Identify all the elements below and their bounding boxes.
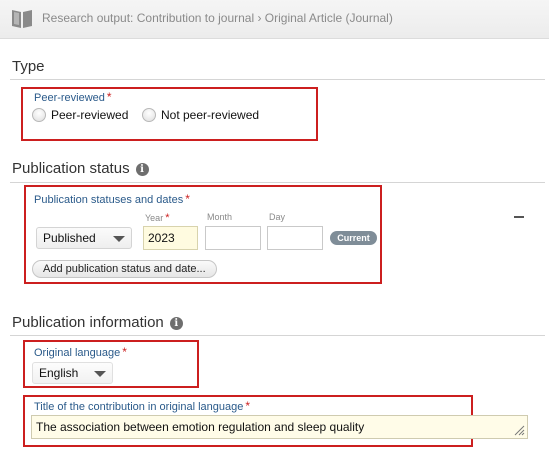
publication-status-title-text: Publication status xyxy=(12,160,130,177)
add-publication-status-button[interactable]: Add publication status and date... xyxy=(32,260,217,278)
current-badge[interactable]: Current xyxy=(330,231,377,245)
radio-peer-reviewed[interactable] xyxy=(32,108,46,122)
title-original-language-label: Title of the contribution in original la… xyxy=(34,399,250,413)
language-select[interactable]: English xyxy=(32,362,113,384)
breadcrumb-bar: Research output: Contribution to journal… xyxy=(0,0,549,39)
info-icon[interactable]: i xyxy=(169,317,183,330)
title-original-language-value: The association between emotion regulati… xyxy=(36,420,365,434)
chevron-down-icon xyxy=(113,236,125,242)
year-label: Year * xyxy=(145,212,169,224)
title-original-language-input[interactable]: The association between emotion regulati… xyxy=(31,415,528,439)
required-mark: * xyxy=(106,90,112,104)
publication-information-title-text: Publication information xyxy=(12,314,164,331)
book-icon xyxy=(12,10,32,28)
divider xyxy=(10,182,545,183)
original-language-label: Original language * xyxy=(34,345,127,359)
chevron-down-icon xyxy=(94,371,106,377)
required-mark: * xyxy=(185,192,190,206)
peer-reviewed-label-text: Peer-reviewed xyxy=(34,92,105,104)
day-input[interactable] xyxy=(267,226,323,250)
original-language-label-text: Original language xyxy=(34,347,121,359)
day-label: Day xyxy=(269,212,286,222)
publication-statuses-label-text: Publication statuses and dates xyxy=(34,194,184,206)
required-mark: * xyxy=(122,345,127,359)
language-select-value: English xyxy=(39,366,79,380)
info-icon[interactable]: i xyxy=(135,163,149,176)
divider xyxy=(10,79,545,80)
publication-statuses-label: Publication statuses and dates * xyxy=(34,192,190,206)
remove-icon[interactable] xyxy=(514,216,524,218)
divider xyxy=(10,335,545,336)
radio-not-peer-reviewed[interactable] xyxy=(142,108,156,122)
resize-grip-icon[interactable] xyxy=(513,424,525,436)
publication-information-title: Publication information i xyxy=(12,314,183,331)
breadcrumb: Research output: Contribution to journal… xyxy=(42,11,393,25)
title-original-language-label-text: Title of the contribution in original la… xyxy=(34,401,244,413)
radio-not-peer-reviewed-label[interactable]: Not peer-reviewed xyxy=(161,108,259,122)
year-label-text: Year xyxy=(145,213,164,223)
publication-status-title: Publication status i xyxy=(12,160,149,177)
year-input[interactable]: 2023 xyxy=(143,226,198,250)
status-select-value: Published xyxy=(43,231,96,245)
type-section-title: Type xyxy=(12,58,45,75)
peer-reviewed-label: Peer-reviewed * xyxy=(34,90,112,104)
month-input[interactable] xyxy=(205,226,261,250)
month-label: Month xyxy=(207,212,233,222)
status-select[interactable]: Published xyxy=(36,227,132,249)
required-mark: * xyxy=(165,212,170,224)
required-mark: * xyxy=(245,399,251,413)
radio-peer-reviewed-label[interactable]: Peer-reviewed xyxy=(51,108,128,122)
